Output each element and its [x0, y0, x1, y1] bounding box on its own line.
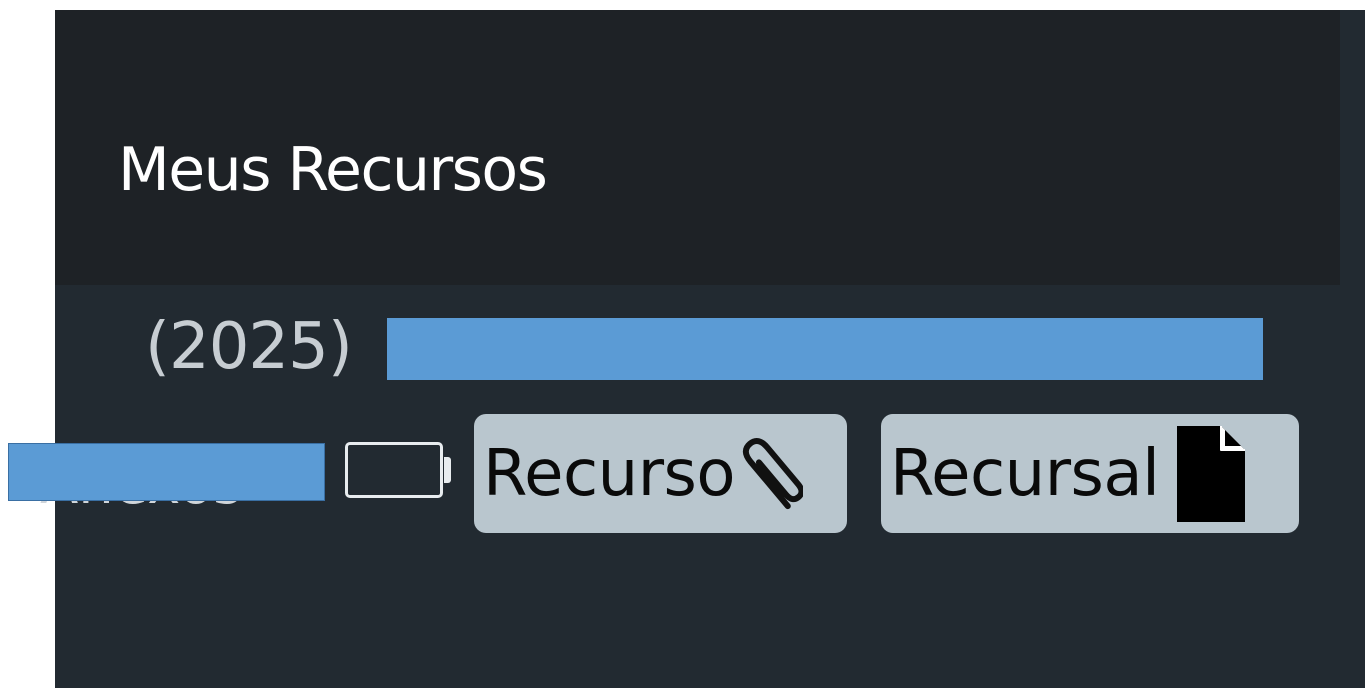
panel-header: Meus Recursos: [55, 10, 1340, 285]
recursal-tag-label: Recursal: [890, 436, 1160, 511]
recurso-tag-label: Recurso: [483, 436, 736, 511]
recursal-tag-button[interactable]: Recursal: [881, 414, 1299, 533]
battery-icon: [345, 442, 451, 498]
document-icon: [1177, 425, 1246, 522]
redacted-resource-title: [387, 318, 1263, 380]
recurso-tag-button[interactable]: Recurso: [474, 414, 847, 533]
page-title: Meus Recursos: [118, 135, 548, 205]
paperclip-icon: [742, 437, 804, 509]
redacted-attachments-label: [8, 443, 325, 501]
year-label: (2025): [145, 310, 353, 384]
